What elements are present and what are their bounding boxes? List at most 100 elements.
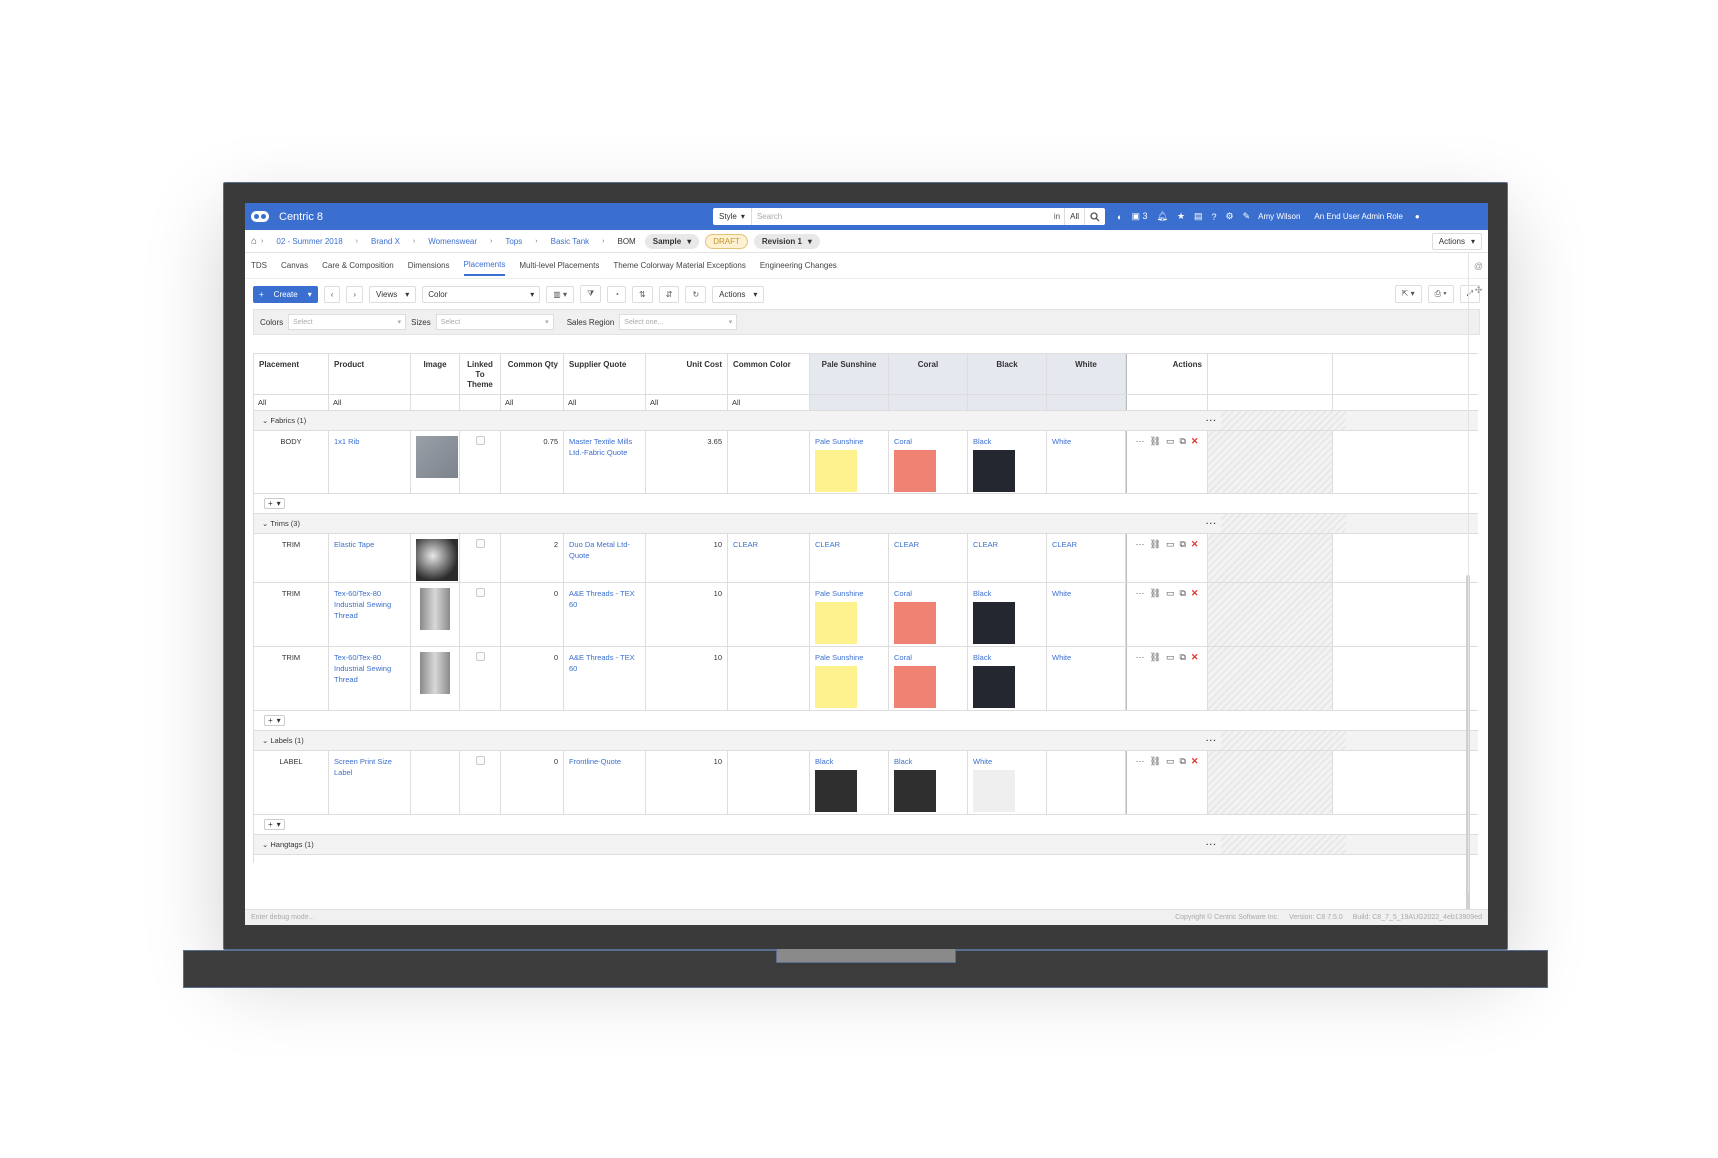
grid-actions-button[interactable]: Actions ▾: [712, 285, 765, 303]
delete-icon[interactable]: ✕: [1191, 539, 1199, 550]
cell-qty[interactable]: 0: [501, 583, 564, 646]
cell-cost[interactable]: 10: [646, 751, 728, 814]
cell-product[interactable]: Elastic Tape: [329, 534, 411, 582]
help-icon[interactable]: ?: [1212, 212, 1217, 222]
col-placement[interactable]: Placement: [254, 354, 329, 394]
table-row[interactable]: BODY 1x1 Rib 0.75 Master Textile Mills L…: [254, 431, 1478, 494]
table-row[interactable]: TRIM Tex-60/Tex-80 Industrial Sewing Thr…: [254, 583, 1478, 647]
breadcrumb-category[interactable]: Tops: [505, 237, 522, 246]
search-scope-select[interactable]: Style ▾: [713, 208, 752, 225]
user-role[interactable]: An End User Admin Role: [1314, 212, 1403, 221]
comment-icon[interactable]: ▭: [1166, 652, 1175, 663]
group-hangtags[interactable]: ⌄ Hangtags (1) ···: [254, 835, 1478, 855]
col-image[interactable]: Image: [411, 354, 460, 394]
refresh-icon[interactable]: ↻: [685, 285, 707, 303]
back-arrow-icon[interactable]: ◐: [1117, 212, 1122, 222]
col-coral[interactable]: Coral: [889, 354, 968, 394]
tab-engineering-changes[interactable]: Engineering Changes: [760, 256, 837, 275]
tab-dimensions[interactable]: Dimensions: [408, 256, 450, 275]
wrench-icon[interactable]: ✎: [1243, 211, 1251, 222]
cell-c4[interactable]: White: [1047, 431, 1126, 493]
more-icon[interactable]: ···: [1136, 539, 1145, 550]
cell-product[interactable]: Tex-60/Tex-80 Industrial Sewing Thread: [329, 583, 411, 646]
cell-cost[interactable]: 10: [646, 534, 728, 582]
cell-product[interactable]: Tex-60/Tex-80 Industrial Sewing Thread: [329, 647, 411, 710]
cell-c4[interactable]: White: [1047, 647, 1126, 710]
col-black[interactable]: Black: [968, 354, 1047, 394]
linked-checkbox[interactable]: [475, 539, 485, 548]
comment-icon[interactable]: ▭: [1166, 588, 1175, 599]
add-row-button[interactable]: + ▾: [264, 715, 285, 726]
more-icon[interactable]: ···: [1139, 519, 1221, 528]
trim-thumbnail[interactable]: [416, 539, 458, 581]
tab-placements[interactable]: Placements: [463, 255, 506, 276]
pie-chart-icon[interactable]: ◔: [607, 285, 627, 303]
cell-common-color[interactable]: [728, 583, 810, 646]
cell-quote[interactable]: Master Textile Mills Ltd.-Fabric Quote: [564, 431, 646, 493]
centric-logo-icon[interactable]: [251, 211, 269, 222]
print-icon[interactable]: ⎙ ▾: [1427, 285, 1454, 303]
debug-link[interactable]: Enter debug mode...: [251, 914, 314, 921]
cell-c3[interactable]: Black: [968, 431, 1047, 493]
star-icon[interactable]: ★: [1177, 211, 1185, 222]
sort-icon[interactable]: ⇅: [632, 285, 653, 303]
breadcrumb-season[interactable]: 02 - Summer 2018: [276, 237, 342, 246]
tab-multi-level-placements[interactable]: Multi-level Placements: [519, 256, 599, 275]
export-icon[interactable]: ⇱ ▾: [1394, 285, 1422, 303]
attachment-icon[interactable]: @: [1474, 261, 1483, 271]
cell-cost[interactable]: 10: [646, 647, 728, 710]
sizes-filter-select[interactable]: Select ▾: [435, 314, 554, 330]
col-white[interactable]: White: [1047, 354, 1126, 394]
cell-qty[interactable]: 0: [501, 751, 564, 814]
more-icon[interactable]: ···: [1139, 840, 1221, 849]
next-button[interactable]: ›: [346, 285, 364, 303]
prev-button[interactable]: ‹: [323, 285, 341, 303]
cell-c1[interactable]: Pale Sunshine: [810, 431, 889, 493]
col-common-qty[interactable]: Common Qty: [501, 354, 564, 394]
user-name[interactable]: Amy Wilson: [1258, 212, 1300, 221]
cell-c1[interactable]: CLEAR: [810, 534, 889, 582]
col-supplier-quote[interactable]: Supplier Quote: [564, 354, 646, 394]
cell-qty[interactable]: 2: [501, 534, 564, 582]
cell-c2[interactable]: Black: [889, 751, 968, 814]
thread-thumbnail[interactable]: [420, 652, 450, 694]
cell-qty[interactable]: 0: [501, 647, 564, 710]
search-input[interactable]: Search: [752, 212, 1050, 221]
copy-icon[interactable]: ⧉: [1179, 539, 1185, 550]
cell-cost[interactable]: 10: [646, 583, 728, 646]
group-trims[interactable]: ⌄ Trims (3) ···: [254, 514, 1478, 534]
group-labels[interactable]: ⌄ Labels (1) ···: [254, 731, 1478, 751]
tab-tds[interactable]: TDS: [251, 256, 267, 275]
link-icon[interactable]: ⛓: [1150, 652, 1161, 663]
table-row[interactable]: TRIM Elastic Tape 2 Duo Da Metal Ltd-Quo…: [254, 534, 1478, 583]
apps-icon[interactable]: ▤: [1194, 211, 1203, 222]
col-product[interactable]: Product: [329, 354, 411, 394]
header-actions-button[interactable]: Actions ▾: [1431, 232, 1482, 250]
col-actions[interactable]: Actions: [1126, 354, 1208, 394]
region-filter-select[interactable]: Select one... ▾: [619, 314, 738, 330]
cell-c4[interactable]: CLEAR: [1047, 534, 1126, 582]
puzzle-icon[interactable]: ✣: [1475, 285, 1483, 296]
add-row-button[interactable]: + ▾: [264, 498, 285, 509]
cell-product[interactable]: 1x1 Rib: [329, 431, 411, 493]
cell-common-color[interactable]: CLEAR: [728, 534, 810, 582]
link-icon[interactable]: ⛓: [1150, 436, 1161, 447]
col-linked[interactable]: Linked To Theme: [460, 354, 501, 394]
linked-checkbox[interactable]: [475, 436, 485, 445]
cell-qty[interactable]: 0.75: [501, 431, 564, 493]
search-icon[interactable]: [1085, 211, 1105, 222]
filter-common-color[interactable]: All: [728, 395, 810, 410]
cell-quote[interactable]: Duo Da Metal Ltd-Quote: [564, 534, 646, 582]
columns-icon[interactable]: ▥ ▾: [546, 285, 575, 303]
gear-icon[interactable]: ⚙: [1226, 211, 1234, 222]
more-icon[interactable]: ···: [1136, 652, 1145, 663]
copy-icon[interactable]: ⧉: [1179, 652, 1185, 663]
breadcrumb-department[interactable]: Womenswear: [428, 237, 477, 246]
link-icon[interactable]: ⛓: [1150, 756, 1161, 767]
cell-c2[interactable]: CLEAR: [889, 534, 968, 582]
tab-canvas[interactable]: Canvas: [281, 256, 308, 275]
tab-care-composition[interactable]: Care & Composition: [322, 256, 394, 275]
cell-c4[interactable]: [1047, 751, 1126, 814]
cell-c2[interactable]: Coral: [889, 583, 968, 646]
group-fabrics[interactable]: ⌄ Fabrics (1) ···: [254, 411, 1478, 431]
